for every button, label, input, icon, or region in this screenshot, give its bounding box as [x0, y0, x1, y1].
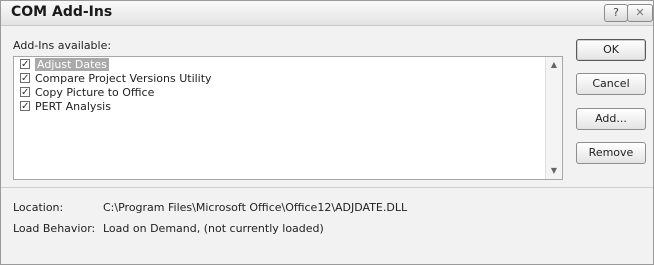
list-item-label: Copy Picture to Office	[35, 86, 155, 99]
ok-button[interactable]: OK	[576, 39, 646, 61]
list-item-adjust-dates[interactable]: ✓ Adjust Dates	[15, 58, 545, 72]
dialog-title: COM Add-Ins	[11, 4, 113, 20]
check-icon[interactable]: ✓	[20, 101, 30, 112]
list-item-compare-project-versions[interactable]: ✓ Compare Project Versions Utility	[15, 72, 545, 86]
vertical-scrollbar[interactable]: ▲ ▼	[545, 57, 562, 179]
check-icon[interactable]: ✓	[20, 59, 30, 70]
separator	[1, 187, 653, 188]
load-behavior-label: Load Behavior:	[13, 222, 96, 235]
close-button[interactable]: ✕	[627, 4, 653, 22]
list-item-pert-analysis[interactable]: ✓ PERT Analysis	[15, 100, 545, 114]
com-addins-dialog: COM Add-Ins ? ✕ Add-Ins available: ✓ Adj…	[0, 0, 654, 265]
list-item-label: PERT Analysis	[35, 100, 111, 113]
location-value: C:\Program Files\Microsoft Office\Office…	[103, 201, 408, 214]
remove-button[interactable]: Remove	[576, 142, 646, 164]
addins-listbox[interactable]: ✓ Adjust Dates ✓ Compare Project Version…	[13, 56, 563, 180]
help-button[interactable]: ?	[604, 4, 628, 22]
addins-list: ✓ Adjust Dates ✓ Compare Project Version…	[15, 58, 545, 178]
location-label: Location:	[13, 201, 64, 214]
scroll-down-icon[interactable]: ▼	[546, 163, 562, 179]
load-behavior-value: Load on Demand, (not currently loaded)	[103, 222, 324, 235]
addins-available-label: Add-Ins available:	[13, 39, 112, 52]
title-bar: COM Add-Ins ? ✕	[1, 1, 653, 26]
cancel-button[interactable]: Cancel	[576, 73, 646, 95]
add-button[interactable]: Add...	[576, 108, 646, 130]
list-item-label: Compare Project Versions Utility	[35, 72, 212, 85]
check-icon[interactable]: ✓	[20, 73, 30, 84]
check-icon[interactable]: ✓	[20, 87, 30, 98]
scroll-up-icon[interactable]: ▲	[546, 57, 562, 73]
list-item-copy-picture[interactable]: ✓ Copy Picture to Office	[15, 86, 545, 100]
list-item-label: Adjust Dates	[35, 58, 109, 71]
